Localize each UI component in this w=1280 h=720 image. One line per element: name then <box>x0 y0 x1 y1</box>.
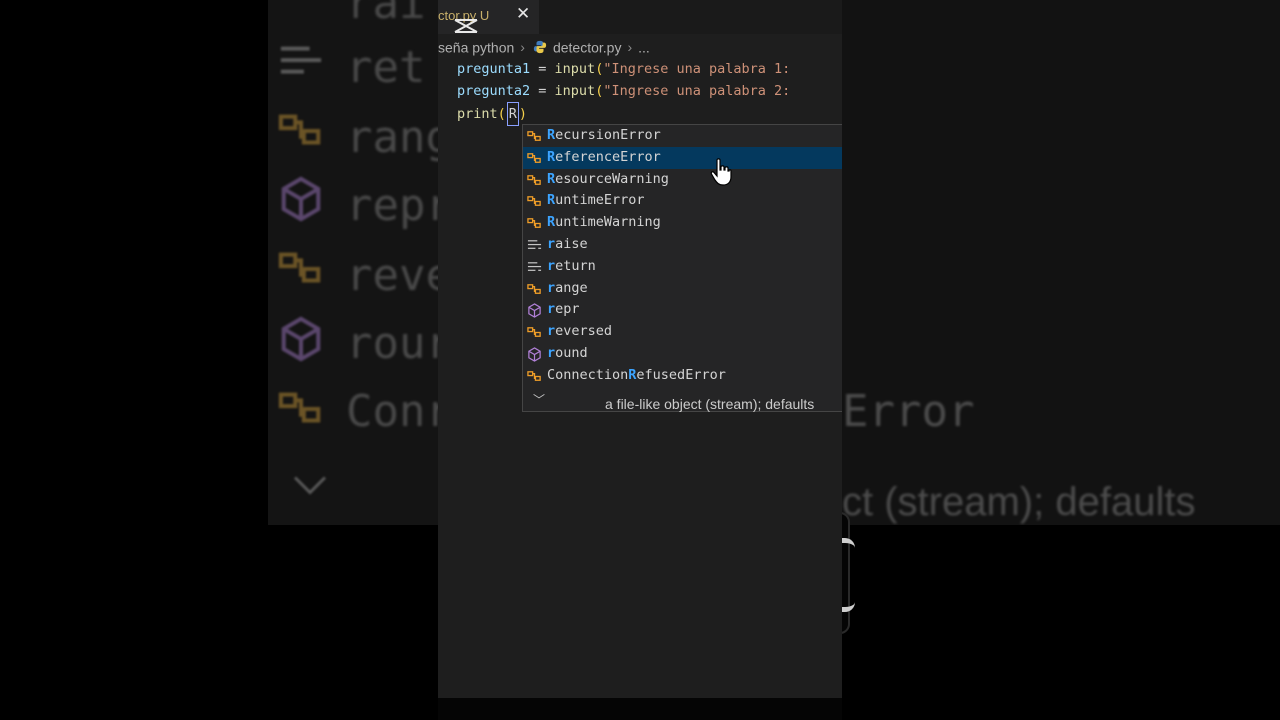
suggestion-item[interactable]: repr <box>523 299 842 321</box>
suggestion-label: range <box>547 279 588 296</box>
class-icon <box>527 174 541 185</box>
editor-bottom-bar <box>438 698 842 720</box>
class-icon <box>527 218 541 229</box>
suggestion-item[interactable]: RuntimeError <box>523 190 842 212</box>
capcut-logo-icon <box>454 19 478 33</box>
class-icon <box>278 114 321 145</box>
breadcrumb-ellipsis[interactable]: ... <box>638 39 650 55</box>
suggestion-label: round <box>547 345 588 361</box>
blurred-background-left: rai ret rang repr reve rour Conr <box>268 0 438 525</box>
class-icon <box>527 152 541 163</box>
class-icon <box>527 370 541 381</box>
function-icon <box>281 316 321 362</box>
bg-text: reve <box>346 250 438 301</box>
breadcrumb: seña python › detector.py ›... <box>438 38 650 56</box>
class-icon <box>278 392 321 423</box>
suggestion-item[interactable]: ReferenceError <box>523 146 842 169</box>
code-line-1: pregunta1 = input("Ingrese una palabra 1… <box>457 61 791 77</box>
hand-pointer-icon <box>710 158 732 186</box>
bg-text: ret <box>346 42 426 93</box>
chevron-down-icon <box>293 476 327 495</box>
chevron-right-icon: › <box>520 39 525 56</box>
suggestion-item[interactable]: raise <box>523 234 842 256</box>
class-icon <box>527 327 541 338</box>
suggestion-documentation: a file-like object (stream); defaults <box>605 396 815 412</box>
suggestion-label: ResourceWarning <box>547 170 669 187</box>
chevron-down-icon[interactable]: ﹀ <box>533 391 545 408</box>
bg-text: Error <box>842 386 975 437</box>
function-icon <box>528 303 541 319</box>
suggestion-label: raise <box>547 236 588 252</box>
code-line-2: pregunta2 = input("Ingrese una palabra 2… <box>457 83 791 99</box>
tab-bar: ctor.py U ✕ <box>438 0 842 34</box>
bg-text: repr <box>346 180 438 231</box>
blurred-background-right: Error ct (stream); defaults <box>842 0 1280 525</box>
suggestion-label: ConnectionRefusedError <box>547 366 726 383</box>
code-lines[interactable]: pregunta1 = input("Ingrese una palabra 1… <box>457 58 790 126</box>
suggestion-item[interactable]: round <box>523 343 842 365</box>
suggestion-label: return <box>547 257 596 274</box>
class-icon <box>527 196 541 207</box>
suggestion-item[interactable]: range <box>523 278 842 300</box>
suggestion-label: RuntimeError <box>547 192 645 209</box>
function-icon <box>281 176 321 222</box>
suggestion-label: RecursionError <box>547 127 661 143</box>
suggestion-item[interactable]: return <box>523 256 842 278</box>
bg-text: rai <box>346 0 426 29</box>
suggestion-label: ReferenceError <box>547 148 661 165</box>
tab-detector-py[interactable]: ctor.py U ✕ <box>438 0 539 34</box>
close-icon[interactable]: ✕ <box>516 4 530 24</box>
class-icon <box>278 252 321 283</box>
suggestion-label: repr <box>547 301 580 318</box>
suggestion-label: reversed <box>547 323 613 340</box>
code-editor[interactable]: ctor.py U ✕ seña python › detector.py ›... … <box>438 0 842 698</box>
bg-text: rour <box>346 318 438 369</box>
autocomplete-suggestions[interactable]: ConnectionRefusedError round reversed repr r… <box>522 124 842 412</box>
text-cursor: R <box>506 102 519 126</box>
suggestion-label: RuntimeWarning <box>547 214 661 231</box>
chevron-right-icon: › <box>627 39 633 56</box>
bg-text: Conr <box>346 386 438 437</box>
keyword-icon <box>527 262 542 271</box>
suggestion-item[interactable]: ConnectionRefusedError <box>523 365 842 387</box>
code-line-3: print(R) <box>457 102 790 126</box>
function-icon <box>528 347 541 362</box>
bg-text: ct (stream); defaults <box>842 480 1196 524</box>
suggestion-item[interactable]: RecursionError <box>523 125 842 147</box>
keyword-icon <box>527 240 542 249</box>
class-icon <box>527 131 541 141</box>
suggestion-item[interactable]: ResourceWarning <box>523 169 842 191</box>
python-icon <box>533 41 547 54</box>
suggestion-item[interactable]: reversed <box>523 321 842 343</box>
keyword-icon <box>280 46 322 74</box>
breadcrumb-folder[interactable]: seña python <box>438 39 514 55</box>
breadcrumb-file[interactable]: detector.py <box>553 39 622 55</box>
suggestion-item[interactable]: RuntimeWarning <box>523 212 842 234</box>
class-icon <box>527 283 541 294</box>
bg-text: rang <box>346 112 438 163</box>
